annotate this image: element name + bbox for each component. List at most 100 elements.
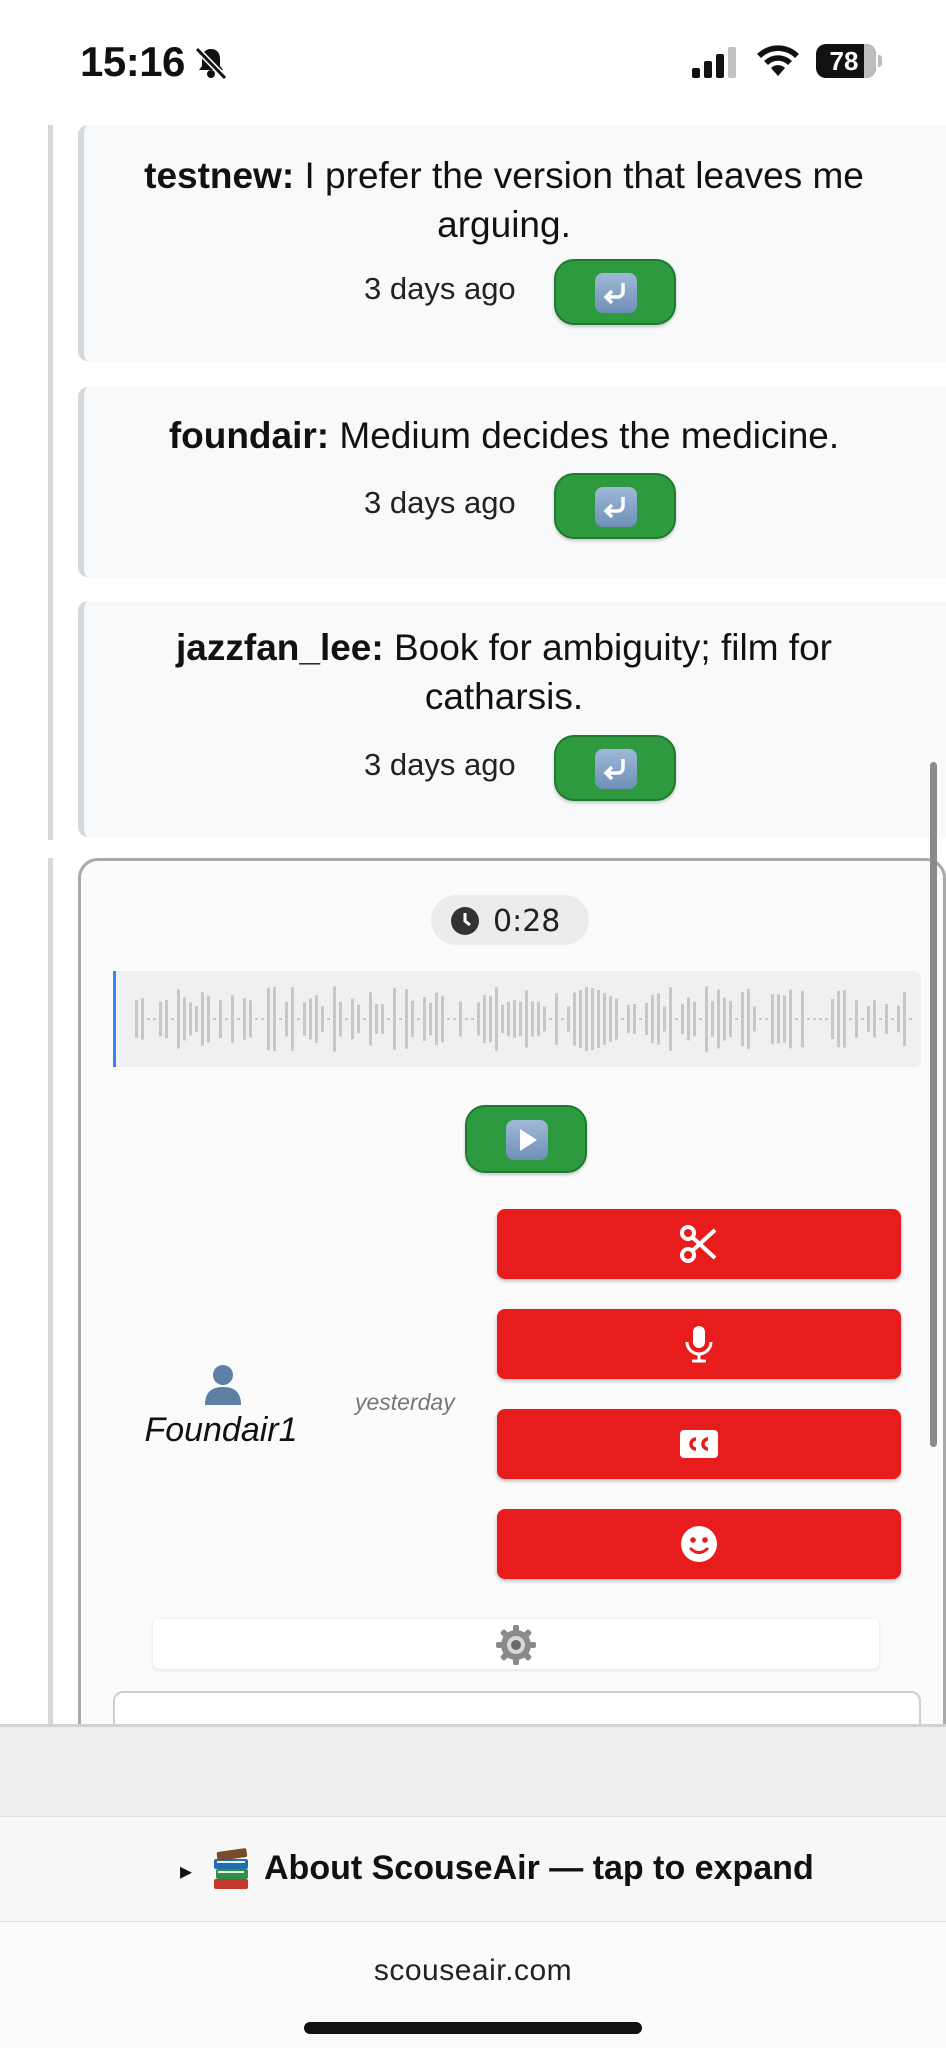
reply-button[interactable] <box>554 735 676 801</box>
waveform-bar <box>711 1001 714 1037</box>
audio-waveform[interactable] <box>113 971 921 1067</box>
waveform-bar <box>729 1000 732 1038</box>
author-name[interactable]: Foundair1 <box>101 1411 341 1450</box>
waveform-bar <box>309 998 312 1040</box>
waveform-bar <box>171 1018 174 1020</box>
waveform-bar <box>339 1001 342 1037</box>
reaction-button[interactable] <box>497 1509 901 1579</box>
waveform-bar <box>525 990 528 1048</box>
post-timestamp: yesterday <box>355 1389 455 1415</box>
waveform-bar <box>549 1018 552 1020</box>
waveform-bar <box>591 988 594 1050</box>
settings-bar[interactable] <box>153 1619 879 1669</box>
waveform-bar <box>195 1006 198 1032</box>
page-scrollbar[interactable] <box>930 762 937 1447</box>
duration-value: 0:28 <box>493 904 561 939</box>
playhead-cursor[interactable] <box>113 971 116 1067</box>
reply-arrow-icon <box>595 273 637 313</box>
waveform-bar <box>351 998 354 1040</box>
waveform-bar <box>663 1006 666 1032</box>
waveform-bar <box>627 1004 630 1034</box>
waveform-bar <box>867 1006 870 1032</box>
waveform-bar <box>615 998 618 1040</box>
waveform-bar <box>399 1018 402 1020</box>
waveform-bar <box>219 1000 222 1038</box>
waveform-bar <box>315 995 318 1043</box>
reply-arrow-icon <box>595 749 637 789</box>
waveform-bar <box>843 990 846 1048</box>
waveform-bar <box>897 1005 900 1033</box>
reply-arrow-icon <box>595 487 637 527</box>
waveform-bar <box>327 1018 330 1020</box>
waveform-bar <box>903 991 906 1047</box>
record-button[interactable] <box>497 1309 901 1379</box>
waveform-bar <box>177 989 180 1049</box>
waveform-bar <box>375 1004 378 1034</box>
waveform-bar <box>471 1018 474 1020</box>
waveform-bar <box>147 1018 150 1020</box>
microphone-icon <box>685 1326 713 1363</box>
waveform-bar <box>453 1018 456 1020</box>
comment-username[interactable]: jazzfan_lee: <box>176 627 384 668</box>
about-toggle[interactable]: ▸ About ScouseAir — tap to expand <box>0 1816 946 1922</box>
waveform-bar <box>411 1000 414 1038</box>
waveform-bar <box>561 1018 564 1020</box>
books-icon <box>214 1848 248 1889</box>
waveform-bar <box>435 992 438 1046</box>
waveform-bar <box>261 1018 264 1020</box>
reply-button[interactable] <box>554 259 676 325</box>
waveform-bar <box>213 1018 216 1020</box>
waveform-bar <box>771 994 774 1044</box>
waveform-bar <box>651 994 654 1044</box>
comment-card: jazzfan_lee: Book for ambiguity; film fo… <box>78 601 946 837</box>
status-bar: 15:16 78 <box>0 0 946 120</box>
voice-post-card: 0:28 Foundair1 yesterday <box>78 858 946 1771</box>
waveform-bar <box>531 1001 534 1037</box>
waveform-bar <box>423 997 426 1041</box>
comment-timestamp: 3 days ago <box>364 747 516 782</box>
waveform-bar <box>189 1002 192 1036</box>
waveform-bar <box>819 1018 822 1020</box>
waveform-bar <box>507 1001 510 1037</box>
waveform-bar <box>909 1018 912 1020</box>
waveform-bar <box>891 1018 894 1020</box>
waveform-bar <box>723 997 726 1041</box>
waveform-bar <box>825 1018 828 1020</box>
waveform-bar <box>657 993 660 1045</box>
home-indicator[interactable] <box>304 2022 642 2034</box>
waveform-bar <box>513 1000 516 1038</box>
waveform-bar <box>489 995 492 1043</box>
wifi-icon <box>757 45 799 76</box>
waveform-bar <box>369 992 372 1046</box>
waveform-bar <box>459 1001 462 1037</box>
waveform-bar <box>795 1018 798 1020</box>
comment-username[interactable]: foundair: <box>169 415 329 456</box>
waveform-bar <box>765 1018 768 1020</box>
waveform-bar <box>477 1002 480 1036</box>
comment-body: Book for ambiguity; film for catharsis. <box>383 627 832 717</box>
waveform-bar <box>285 1001 288 1037</box>
waveform-bar <box>207 995 210 1043</box>
waveform-bar <box>801 990 804 1048</box>
waveform-bar <box>675 1018 678 1020</box>
waveform-bar <box>807 1018 810 1020</box>
play-button[interactable] <box>465 1105 587 1173</box>
browser-url-bar[interactable]: scouseair.com <box>0 1922 946 2048</box>
reply-button[interactable] <box>554 473 676 539</box>
comment-meta: 3 days ago <box>84 473 946 541</box>
waveform-bar <box>429 1002 432 1036</box>
waveform-bar <box>849 1018 852 1020</box>
bottom-spacer <box>0 1724 946 1816</box>
trim-button[interactable] <box>497 1209 901 1279</box>
comment-username[interactable]: testnew: <box>144 155 294 196</box>
waveform-bar <box>585 986 588 1052</box>
captions-button[interactable] <box>497 1409 901 1479</box>
waveform-bar <box>537 1001 540 1037</box>
site-url[interactable]: scouseair.com <box>0 1954 946 1988</box>
waveform-bar <box>783 995 786 1043</box>
clock-time: 15:16 <box>80 38 185 85</box>
waveform-bar <box>669 987 672 1051</box>
expand-arrow-icon: ▸ <box>180 1858 193 1885</box>
waveform-bar <box>861 1018 864 1020</box>
clock-icon <box>451 907 479 935</box>
